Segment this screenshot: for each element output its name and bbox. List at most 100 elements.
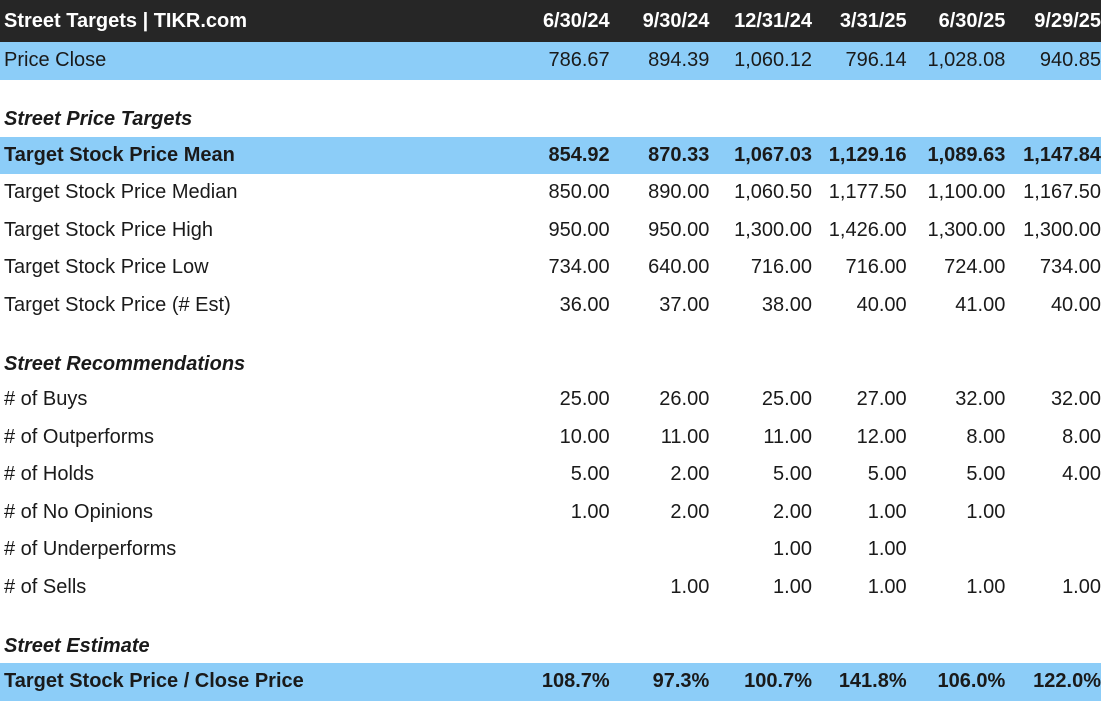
table-row: # of Underperforms 1.00 1.00: [0, 531, 1101, 569]
table-row: # of Sells 1.00 1.00 1.00 1.00 1.00: [0, 569, 1101, 607]
table-cell: 38.00: [761, 293, 812, 316]
table-cell: 100.7%: [744, 670, 812, 693]
table-cell: 5.00: [966, 463, 1006, 486]
table-cell: 2.00: [773, 500, 812, 523]
price-close-row: Price Close 786.67 894.39 1,060.12 796.1…: [0, 42, 1101, 80]
column-header: 9/30/24: [642, 9, 710, 32]
table-cell: 940.85: [1039, 49, 1101, 72]
table-row: # of Holds 5.00 2.00 5.00 5.00 5.00 4.00: [0, 456, 1101, 494]
table-cell: 141.8%: [838, 670, 907, 693]
row-label: Target Stock Price Mean: [4, 143, 235, 166]
table-cell: 12.00: [856, 425, 907, 448]
row-label: Target Stock Price / Close Price: [4, 670, 304, 693]
table-header: Street Targets | TIKR.com 6/30/24 9/30/2…: [0, 0, 1101, 42]
table-row: # of Buys 25.00 26.00 25.00 27.00 32.00 …: [0, 381, 1101, 419]
table-cell: 640.00: [648, 256, 710, 279]
table-cell: 1,300.00: [1023, 218, 1101, 241]
row-label: # of Holds: [4, 463, 95, 486]
row-label: # of Sells: [4, 575, 87, 598]
table-cell: 1.00: [570, 500, 610, 523]
table-cell: 716.00: [750, 256, 812, 279]
row-label: Target Stock Price Median: [4, 181, 238, 204]
table-cell: 32.00: [1050, 388, 1101, 411]
table-cell: 1.00: [966, 500, 1006, 523]
table-row: Target Stock Price / Close Price 108.7% …: [0, 663, 1101, 701]
table-cell: 36.00: [559, 293, 610, 316]
table-cell: 1,060.50: [734, 181, 812, 204]
table-cell: 716.00: [845, 256, 907, 279]
table-cell: 1.00: [867, 538, 907, 561]
column-header: 9/29/25: [1034, 9, 1101, 32]
column-header: 3/31/25: [839, 9, 907, 32]
section-title-estimate: Street Estimate: [4, 634, 150, 657]
table-cell: 122.0%: [1033, 670, 1101, 693]
table-cell: 11.00: [763, 425, 812, 448]
table-cell: 25.00: [761, 388, 812, 411]
table-cell: 40.00: [1050, 293, 1101, 316]
table-cell: 11.00: [660, 425, 710, 448]
table-cell: 1,147.84: [1023, 143, 1101, 166]
table-title: Street Targets | TIKR.com: [4, 9, 248, 32]
table-cell: 1,426.00: [828, 218, 907, 241]
table-cell: 4.00: [1062, 463, 1101, 486]
table-row: Target Stock Price Low 734.00 640.00 716…: [0, 249, 1101, 287]
table-cell: 894.39: [648, 49, 710, 72]
table-cell: 1.00: [1062, 575, 1101, 598]
table-cell: 734.00: [1039, 256, 1101, 279]
table-cell: 1,067.03: [734, 143, 812, 166]
table-cell: 1.00: [670, 575, 710, 598]
column-header: 6/30/24: [542, 9, 610, 32]
table-cell: 724.00: [944, 256, 1006, 279]
table-cell: 850.00: [548, 181, 610, 204]
table-cell: 870.33: [648, 143, 710, 166]
table-cell: 786.67: [548, 49, 610, 72]
section-title-recommendations: Street Recommendations: [4, 352, 246, 375]
table-cell: 1,129.16: [828, 143, 907, 166]
table-cell: 854.92: [548, 143, 610, 166]
row-label: # of Buys: [4, 388, 88, 411]
table-cell: 1,300.00: [927, 218, 1006, 241]
table-cell: 2.00: [670, 463, 710, 486]
column-header: 6/30/25: [938, 9, 1006, 32]
row-label: # of Underperforms: [4, 538, 177, 561]
table-cell: 734.00: [548, 256, 610, 279]
table-cell: 27.00: [856, 388, 907, 411]
table-cell: 5.00: [867, 463, 907, 486]
table-cell: 32.00: [955, 388, 1006, 411]
table-cell: 108.7%: [541, 670, 610, 693]
table-cell: 1,100.00: [927, 181, 1006, 204]
table-cell: 1,167.50: [1023, 181, 1101, 204]
table-cell: 950.00: [548, 218, 610, 241]
table-row: Target Stock Price High 950.00 950.00 1,…: [0, 212, 1101, 250]
table-cell: 40.00: [856, 293, 907, 316]
table-cell: 26.00: [659, 388, 710, 411]
column-header: 12/31/24: [734, 9, 812, 32]
table-cell: 1,089.63: [927, 143, 1006, 166]
table-cell: 1,060.12: [734, 49, 812, 72]
table-cell: 97.3%: [652, 670, 710, 693]
table-cell: 2.00: [670, 500, 710, 523]
table-cell: 950.00: [648, 218, 710, 241]
table-cell: 8.00: [966, 425, 1006, 448]
row-label: # of No Opinions: [4, 500, 153, 523]
table-cell: 1.00: [773, 538, 812, 561]
row-label: Target Stock Price Low: [4, 256, 209, 279]
table-cell: 1,028.08: [927, 49, 1006, 72]
table-row: Target Stock Price (# Est) 36.00 37.00 3…: [0, 287, 1101, 325]
table-cell: 1.00: [773, 575, 812, 598]
table-row: Target Stock Price Median 850.00 890.00 …: [0, 174, 1101, 212]
table-cell: 1,177.50: [828, 181, 907, 204]
table-row: Target Stock Price Mean 854.92 870.33 1,…: [0, 136, 1101, 174]
table-row: # of No Opinions 1.00 2.00 2.00 1.00 1.0…: [0, 494, 1101, 532]
table-cell: 796.14: [845, 49, 907, 72]
street-targets-table: Street Targets | TIKR.com 6/30/24 9/30/2…: [0, 0, 1101, 701]
row-label: Target Stock Price (# Est): [4, 293, 231, 316]
table-cell: 106.0%: [937, 670, 1006, 693]
table-cell: 8.00: [1062, 425, 1101, 448]
row-label: Price Close: [4, 49, 107, 72]
table-cell: 890.00: [648, 181, 710, 204]
table-cell: 1,300.00: [734, 218, 812, 241]
table-cell: 5.00: [773, 463, 812, 486]
